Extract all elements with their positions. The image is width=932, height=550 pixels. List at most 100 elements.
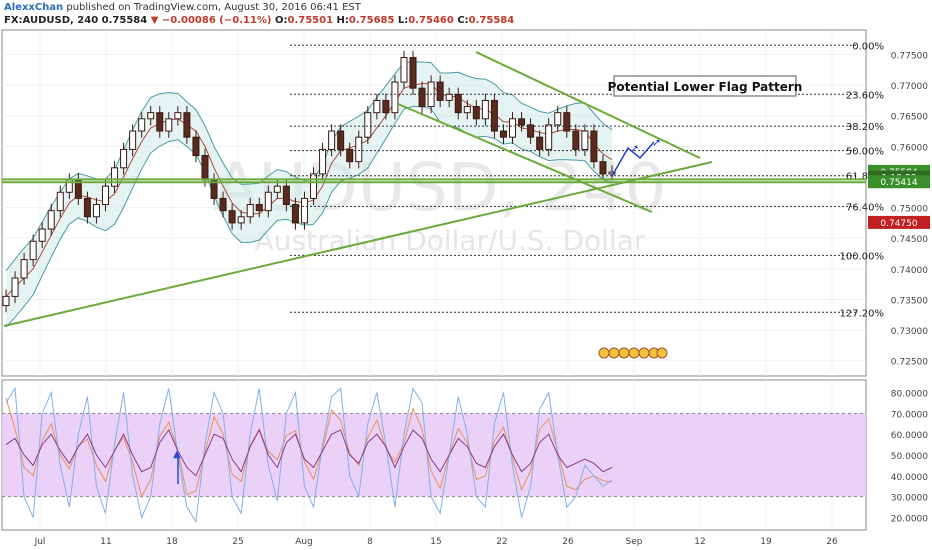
- oscillator-tick-label: 70.0000: [891, 410, 928, 420]
- x-tick-label: 25: [232, 537, 243, 547]
- event-flag-icon: [608, 347, 620, 359]
- candle-body: [92, 204, 100, 218]
- oscillator-tick-label: 50.0000: [891, 452, 928, 462]
- price-badge-label: 0.74750: [880, 219, 917, 229]
- candle-body: [38, 228, 46, 242]
- candle-body: [120, 148, 128, 169]
- x-tick-label: 8: [367, 537, 373, 547]
- candle-body: [111, 167, 119, 187]
- candle-body: [527, 124, 535, 138]
- candle-body: [101, 185, 109, 206]
- oscillator-tick-label: 40.0000: [891, 473, 928, 483]
- candle-body: [337, 130, 345, 150]
- candle-body: [282, 185, 290, 206]
- candle-body: [174, 112, 182, 120]
- price-tick-label: 0.73500: [891, 296, 928, 306]
- candle-body: [47, 210, 55, 230]
- watermark-name: Australian Dollar/U.S. Dollar: [255, 224, 646, 257]
- candle-body: [20, 259, 28, 279]
- fib-label: 0.00%: [852, 41, 884, 52]
- x-tick-label: 26: [562, 537, 574, 547]
- candle-body: [2, 295, 10, 307]
- candle-body: [156, 112, 164, 132]
- candle-body: [165, 118, 173, 132]
- candle-body: [382, 99, 390, 114]
- fib-label: 50.00%: [846, 147, 884, 158]
- event-flag-icon: [598, 347, 610, 359]
- fib-label: 127.20%: [840, 308, 885, 319]
- candle-body: [563, 112, 571, 132]
- price-tick-label: 0.74000: [891, 266, 928, 276]
- candle-body: [147, 112, 155, 120]
- candle-body: [509, 118, 517, 138]
- projection-arrow-icon: ➚: [630, 142, 639, 155]
- x-tick-label: 19: [760, 537, 772, 547]
- candle-body: [400, 57, 408, 83]
- event-flag-icon: [656, 347, 668, 359]
- projection-arrow-icon: ➚: [652, 136, 661, 149]
- x-tick-label: 15: [430, 537, 441, 547]
- candle-body: [554, 112, 562, 126]
- candle-body: [219, 197, 227, 212]
- candle-body: [183, 112, 191, 138]
- candle-body: [264, 191, 272, 212]
- x-tick-label: 18: [166, 537, 178, 547]
- annotation-text: Potential Lower Flag Pattern: [608, 80, 803, 94]
- candle-body: [201, 155, 209, 181]
- candle-body: [409, 57, 417, 89]
- x-tick-label: 22: [496, 537, 507, 547]
- candle-body: [536, 136, 544, 150]
- fib-label: 38.20%: [846, 122, 884, 133]
- x-tick-label: Jul: [34, 537, 46, 547]
- candle-body: [545, 124, 553, 150]
- oscillator-band: [2, 413, 866, 497]
- candle-body: [463, 106, 471, 114]
- price-badge-label: 0.75414: [880, 178, 917, 188]
- candle-body: [599, 161, 607, 175]
- oscillator-tick-label: 60.0000: [891, 431, 928, 441]
- price-tick-label: 0.76000: [891, 143, 928, 153]
- candle-body: [418, 87, 426, 108]
- candle-body: [255, 204, 263, 212]
- candle-body: [590, 130, 598, 163]
- price-tick-label: 0.77000: [891, 82, 928, 92]
- candle-body: [228, 210, 236, 224]
- fib-label: 23.60%: [846, 90, 884, 101]
- x-tick-label: 26: [826, 537, 838, 547]
- x-tick-label: 12: [694, 537, 705, 547]
- oscillator-tick-label: 30.0000: [891, 494, 928, 504]
- candle-body: [373, 99, 381, 114]
- candle-body: [572, 130, 580, 150]
- price-tick-label: 0.74500: [891, 235, 928, 245]
- candle-body: [192, 136, 200, 157]
- candle-body: [472, 106, 480, 120]
- candle-body: [237, 216, 245, 224]
- candle-body: [445, 93, 453, 101]
- candle-body: [328, 130, 336, 150]
- candle-body: [310, 173, 318, 199]
- candle-body: [436, 81, 444, 101]
- event-flag-icon: [618, 347, 630, 359]
- price-tick-label: 0.77500: [891, 51, 928, 61]
- candle-body: [56, 191, 64, 212]
- oscillator-tick-label: 80.0000: [891, 390, 928, 400]
- candle-body: [291, 204, 299, 224]
- oscillator-tick-label: 20.0000: [891, 515, 928, 525]
- candle-body: [481, 99, 489, 120]
- price-tick-label: 0.76500: [891, 113, 928, 123]
- fib-label: 76.40%: [846, 202, 884, 213]
- x-tick-label: 11: [100, 537, 111, 547]
- candle-body: [355, 136, 363, 163]
- candle-body: [346, 148, 354, 163]
- candle-body: [138, 118, 146, 132]
- candle-body: [29, 240, 37, 261]
- candle-body: [246, 204, 254, 218]
- x-tick-label: Sep: [626, 537, 643, 547]
- up-arrow-icon: ▲: [173, 449, 181, 460]
- price-chart[interactable]: AUDUSD, 240Australian Dollar/U.S. Dollar…: [0, 0, 932, 550]
- candle-body: [364, 112, 372, 138]
- candle-body: [129, 130, 137, 150]
- candle-body: [273, 185, 281, 193]
- price-tick-label: 0.73000: [891, 327, 928, 337]
- event-flag-icon: [638, 347, 650, 359]
